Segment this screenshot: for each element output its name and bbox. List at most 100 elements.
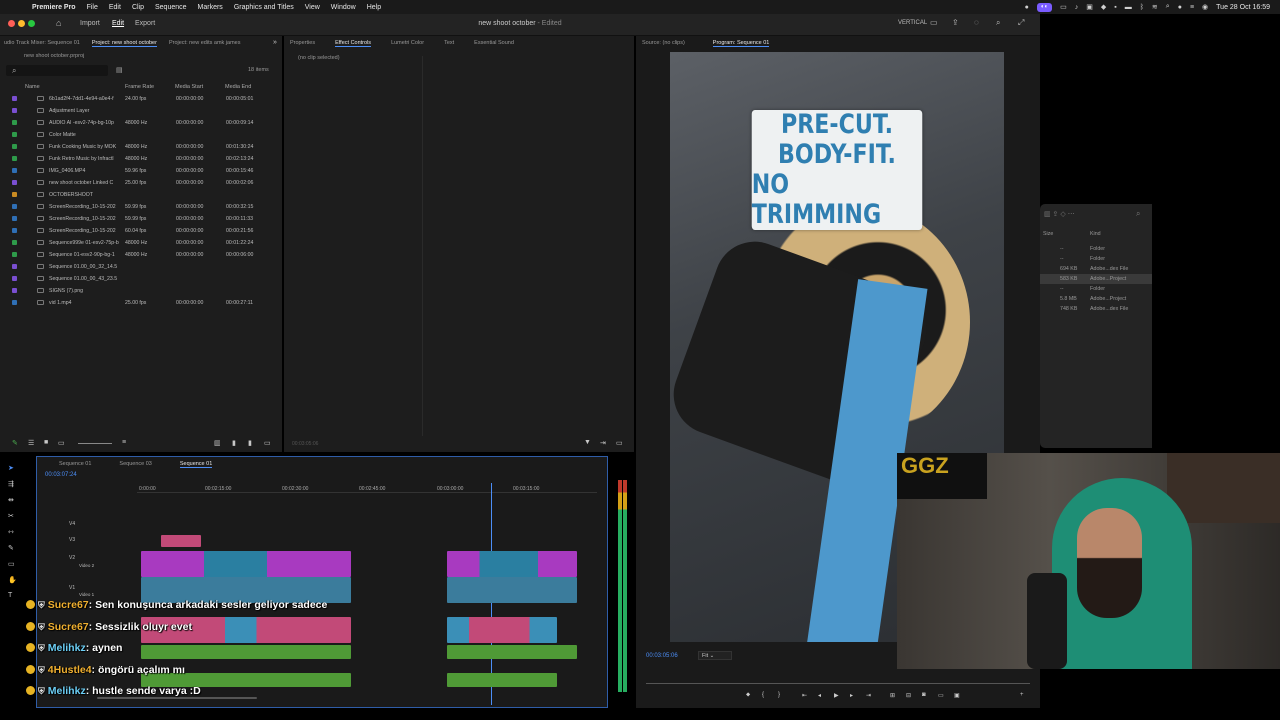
project-item[interactable]: OCTOBERSHOOT <box>0 189 282 201</box>
clip-v3[interactable] <box>161 535 201 547</box>
col-media-end[interactable]: Media End <box>225 84 251 90</box>
col-size[interactable]: Size <box>1043 231 1053 237</box>
finder-row[interactable]: 583 KB Adobe...Project <box>1040 274 1152 284</box>
tab-program[interactable]: Program: Sequence 01 <box>712 40 770 47</box>
label-color-swatch[interactable] <box>12 204 17 209</box>
tab-project-new-edits[interactable]: Project: new edits amk james <box>169 40 241 46</box>
screen-icon[interactable]: ▣ <box>1086 3 1093 11</box>
menu-graphics[interactable]: Graphics and Titles <box>234 4 294 11</box>
tab-essential-sound[interactable]: Essential Sound <box>474 40 514 46</box>
tray-icon[interactable]: ▪ <box>1114 4 1116 11</box>
sort-icon[interactable]: ≡ <box>122 439 126 446</box>
slip-tool-icon[interactable]: ⇿ <box>8 528 14 536</box>
automate-icon[interactable]: ▥ <box>214 439 221 447</box>
clip-a1-right[interactable] <box>447 617 557 643</box>
share-icon[interactable]: ⇪ <box>952 18 959 27</box>
project-item[interactable]: Color Matte <box>0 129 282 141</box>
tab-properties[interactable]: Properties <box>290 40 315 46</box>
finder-row[interactable]: 5.8 MB Adobe...Project <box>1040 294 1152 304</box>
adobe-icon[interactable]: ● <box>1025 4 1029 11</box>
go-to-in-icon[interactable]: ⇤ <box>802 692 807 699</box>
export-frame-icon[interactable]: ◙ <box>922 692 926 698</box>
label-color-swatch[interactable] <box>12 192 17 197</box>
project-item[interactable]: vid 1.mp4 25.00 fps 00:00:00:00 00:00:27:11 <box>0 297 282 309</box>
label-color-swatch[interactable] <box>12 180 17 185</box>
user-icon[interactable]: ● <box>1178 4 1182 11</box>
out-point-icon[interactable]: } <box>778 692 780 698</box>
pen-tool-icon[interactable]: ✎ <box>8 544 14 552</box>
clip-a3-right[interactable] <box>447 673 557 687</box>
tab-text[interactable]: Text <box>444 40 454 46</box>
clip-v2-right[interactable] <box>447 551 577 577</box>
label-color-swatch[interactable] <box>12 240 17 245</box>
go-to-out-icon[interactable]: ⇥ <box>866 692 871 699</box>
playback-bar[interactable] <box>646 683 1030 684</box>
timeline-timecode[interactable]: 00:03:07:24 <box>45 472 77 478</box>
project-item[interactable]: ScreenRecording_10-15-202 60.04 fps 00:00:… <box>0 225 282 237</box>
menu-markers[interactable]: Markers <box>198 4 223 11</box>
label-color-swatch[interactable] <box>12 168 17 173</box>
clip-a2[interactable] <box>141 645 351 659</box>
project-item[interactable]: IMG_0406.MP4 59.96 fps 00:00:00:00 00:00:15… <box>0 165 282 177</box>
new-bin-icon[interactable]: ▤ <box>116 66 123 74</box>
search-icon[interactable]: ⌕ <box>1166 3 1170 11</box>
tab-sequence-01-active[interactable]: Sequence 01 <box>179 461 213 468</box>
add-button-icon[interactable]: + <box>1020 692 1024 698</box>
ripple-edit-icon[interactable]: ⇹ <box>8 496 14 504</box>
search-icon[interactable]: ⌕ <box>996 18 1000 28</box>
razor-tool-icon[interactable]: ✂ <box>8 512 14 520</box>
delete-icon[interactable]: ▭ <box>264 439 271 447</box>
label-color-swatch[interactable] <box>12 132 17 137</box>
timeline-scrollbar[interactable] <box>97 697 257 699</box>
list-view-icon[interactable]: ☰ <box>28 439 34 447</box>
marker-icon[interactable]: ⬥ <box>746 692 750 699</box>
project-item[interactable]: Funk Retro Music by Infractl 48000 Hz 00:0… <box>0 153 282 165</box>
battery-icon[interactable]: ▬ <box>1125 4 1132 11</box>
search-icon[interactable]: ⌕ <box>1136 209 1140 219</box>
timeline-ruler[interactable]: 0:00:00 00:02:15:00 00:02:30:00 00:02:45… <box>137 483 597 493</box>
clip-v2[interactable] <box>141 551 351 577</box>
freeform-view-icon[interactable]: ▭ <box>58 439 65 447</box>
project-item[interactable]: 6b1ad2f4-7dd1-4e94-a0e4-f 24.00 fps 00:00:… <box>0 93 282 105</box>
project-item[interactable]: Sequence 01.00_00_32_14.5 <box>0 261 282 273</box>
tab-project-new-shoot[interactable]: Project: new shoot october <box>91 40 157 47</box>
settings-icon[interactable]: ▣ <box>954 692 960 699</box>
icon-view-icon[interactable]: ■ <box>44 439 48 446</box>
track-select-icon[interactable]: ⇶ <box>8 480 14 488</box>
tab-effect-controls[interactable]: Effect Controls <box>335 40 372 47</box>
panel-menu-icon[interactable]: ▭ <box>616 439 623 447</box>
tab-sequence-01[interactable]: Sequence 01 <box>59 461 91 467</box>
menu-clip[interactable]: Clip <box>132 4 144 11</box>
col-media-start[interactable]: Media Start <box>175 84 203 90</box>
tab-sequence-03[interactable]: Sequence 03 <box>119 461 151 467</box>
bluetooth-icon[interactable]: ᛒ <box>1140 4 1144 11</box>
col-frame-rate[interactable]: Frame Rate <box>125 84 154 90</box>
menu-app[interactable]: Premiere Pro <box>32 4 76 11</box>
menu-view[interactable]: View <box>305 4 320 11</box>
label-color-swatch[interactable] <box>12 216 17 221</box>
wifi-icon[interactable]: ≋ <box>1152 3 1158 11</box>
find-icon[interactable]: ▮ <box>232 439 236 447</box>
label-color-swatch[interactable] <box>12 276 17 281</box>
label-color-swatch[interactable] <box>12 120 17 125</box>
vpn-icon[interactable]: ◆ <box>1101 3 1106 11</box>
project-item[interactable]: new shoot october Linked C 25.00 fps 00:00… <box>0 177 282 189</box>
overwrite-icon[interactable]: ⊟ <box>906 692 911 699</box>
panel-expand-icon[interactable]: » <box>273 39 277 46</box>
display-icon[interactable]: ▭ <box>1060 3 1067 11</box>
menu-edit[interactable]: Edit <box>109 4 121 11</box>
label-color-swatch[interactable] <box>12 108 17 113</box>
label-color-swatch[interactable] <box>12 228 17 233</box>
clip-a2-right[interactable] <box>447 645 577 659</box>
pencil-icon[interactable]: ✎ <box>12 439 18 447</box>
finder-row[interactable]: 694 KB Adobe...dex File <box>1040 264 1152 274</box>
siri-icon[interactable]: ◉ <box>1202 3 1208 11</box>
track-v3-label[interactable]: V3 <box>69 537 75 543</box>
menu-window[interactable]: Window <box>331 4 356 11</box>
filter-icon[interactable]: ▼ <box>584 439 591 446</box>
extension-icon[interactable]: ◐◐ <box>1036 2 1053 12</box>
export-icon[interactable]: ⇥ <box>600 439 606 447</box>
zoom-slider[interactable] <box>78 443 112 444</box>
finder-row[interactable]: -- Folder <box>1040 254 1152 264</box>
label-color-swatch[interactable] <box>12 96 17 101</box>
